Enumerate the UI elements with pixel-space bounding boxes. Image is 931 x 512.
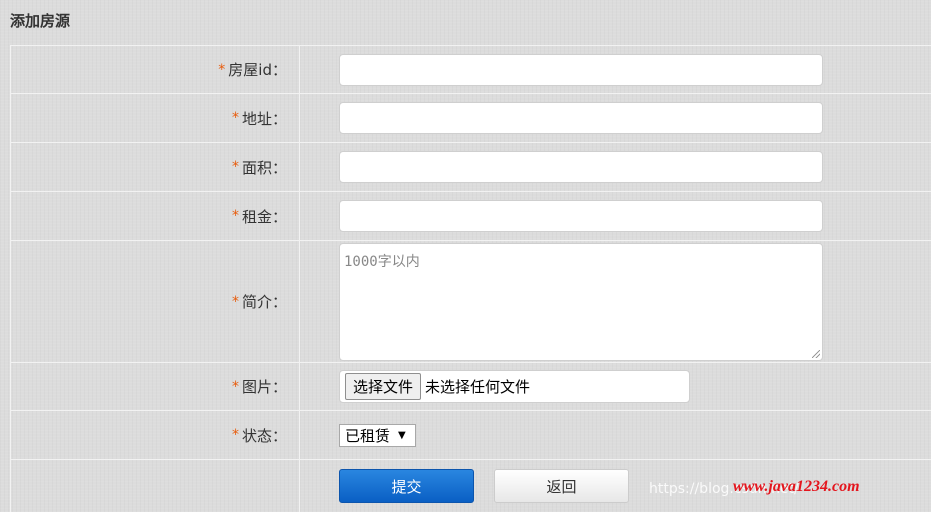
actions-label-cell xyxy=(11,460,300,512)
house-id-label-cell: * 房屋id： xyxy=(11,46,300,93)
resize-grip-icon[interactable] xyxy=(812,349,820,358)
rent-row: * 租金： xyxy=(11,192,931,241)
status-selected-value: 已租赁 xyxy=(345,426,391,445)
area-field-cell xyxy=(300,143,931,191)
image-field-cell: 选择文件 未选择任何文件 xyxy=(300,363,931,410)
intro-field-cell: 1000字以内 xyxy=(300,241,931,362)
intro-row: * 简介： 1000字以内 xyxy=(11,241,931,363)
required-marker: * xyxy=(231,378,239,395)
image-file-input[interactable]: 选择文件 未选择任何文件 xyxy=(339,370,690,403)
action-buttons: 提交 返回 xyxy=(339,469,629,503)
area-label: 面积： xyxy=(241,158,287,177)
rent-label-cell: * 租金： xyxy=(11,192,300,240)
required-marker: * xyxy=(231,293,239,310)
intro-textarea[interactable]: 1000字以内 xyxy=(339,242,823,361)
required-marker: * xyxy=(231,110,239,126)
image-label-cell: * 图片： xyxy=(11,363,300,410)
required-marker: * xyxy=(231,208,239,224)
address-label: 地址： xyxy=(241,109,287,128)
status-label-cell: * 状态： xyxy=(11,411,300,459)
address-row: * 地址： xyxy=(11,94,931,143)
page-title: 添加房源 xyxy=(10,12,71,30)
house-id-row: * 房屋id： xyxy=(11,45,931,94)
intro-label: 简介： xyxy=(241,293,287,311)
house-id-label: 房屋id： xyxy=(228,61,287,79)
watermark-site: www.java1234.com xyxy=(733,478,860,495)
address-label-cell: * 地址： xyxy=(11,94,300,142)
required-marker: * xyxy=(231,159,239,175)
intro-label-cell: * 简介： xyxy=(11,241,300,362)
add-house-form: * 房屋id： * 地址： * 面积： * 租金： * 简介： 1000字以内 … xyxy=(10,45,931,512)
house-id-input[interactable] xyxy=(339,53,823,86)
rent-field-cell xyxy=(300,192,931,240)
status-label: 状态： xyxy=(241,426,287,445)
address-field-cell xyxy=(300,94,931,142)
intro-placeholder: 1000字以内 xyxy=(344,253,420,270)
house-id-field-cell xyxy=(300,46,931,93)
submit-button[interactable]: 提交 xyxy=(339,469,474,503)
image-row: * 图片： 选择文件 未选择任何文件 xyxy=(11,363,931,411)
back-button[interactable]: 返回 xyxy=(494,469,629,503)
area-label-cell: * 面积： xyxy=(11,143,300,191)
status-field-cell: 已租赁 ▼ xyxy=(300,411,931,459)
rent-label: 租金： xyxy=(241,207,287,226)
area-input[interactable] xyxy=(339,151,823,183)
image-label: 图片： xyxy=(241,378,287,396)
required-marker: * xyxy=(218,61,226,78)
status-row: * 状态： 已租赁 ▼ xyxy=(11,411,931,460)
status-select[interactable]: 已租赁 ▼ xyxy=(339,423,416,447)
area-row: * 面积： xyxy=(11,143,931,192)
dropdown-arrow-icon: ▼ xyxy=(398,429,406,441)
required-marker: * xyxy=(231,427,239,443)
file-status-text: 未选择任何文件 xyxy=(425,378,531,396)
address-input[interactable] xyxy=(339,102,823,134)
choose-file-button[interactable]: 选择文件 xyxy=(345,373,422,400)
rent-input[interactable] xyxy=(339,200,823,232)
